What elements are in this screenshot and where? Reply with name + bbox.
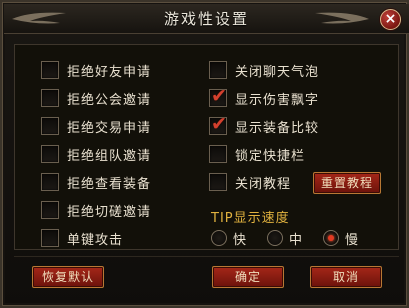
reset-tutorial-button[interactable]: 重置教程 [313,172,381,194]
option-close-chat-bubble[interactable]: 关闭聊天气泡 [209,59,319,81]
checkbox[interactable] [209,145,227,163]
option-label: 拒绝查看装备 [67,176,152,192]
restore-defaults-button[interactable]: 恢复默认 [32,266,104,288]
option-show-damage-text[interactable]: ✔ 显示伤害飘字 [209,85,320,109]
settings-window: 游戏性设置 × 拒绝好友申请 拒绝公会邀请 拒绝交易申请 拒绝组队邀请 拒绝查看… [0,0,409,308]
option-refuse-duel-invite[interactable]: 拒绝切磋邀请 [41,199,151,221]
option-label: 拒绝切磋邀请 [67,204,152,220]
ok-button[interactable]: 确定 [212,266,284,288]
check-icon: ✔ [211,85,227,107]
close-button[interactable]: × [380,9,401,30]
cancel-button[interactable]: 取消 [310,266,382,288]
tip-speed-title: TIP显示速度 [211,211,290,226]
option-refuse-trade-request[interactable]: 拒绝交易申请 [41,115,151,137]
radio-speed-slow[interactable]: 慢 [323,229,359,248]
option-label: 关闭教程 [235,176,292,192]
option-label: 锁定快捷栏 [235,148,306,164]
checkbox[interactable]: ✔ [209,85,227,107]
radio-label: 慢 [345,232,359,248]
checkbox[interactable] [41,61,59,79]
checkbox[interactable] [41,89,59,107]
option-label: 关闭聊天气泡 [235,64,320,80]
option-single-key-attack[interactable]: 单键攻击 [41,227,123,249]
option-refuse-friend-request[interactable]: 拒绝好友申请 [41,59,151,81]
option-label: 显示伤害飘字 [235,92,320,108]
option-label: 拒绝交易申请 [67,120,152,136]
option-refuse-view-equipment[interactable]: 拒绝查看装备 [41,171,151,193]
option-label: 单键攻击 [67,232,124,248]
option-lock-hotbar[interactable]: 锁定快捷栏 [209,143,305,165]
option-label: 显示装备比较 [235,120,320,136]
footer-divider [14,256,399,257]
radio-label: 中 [289,232,303,248]
checkbox[interactable] [41,145,59,163]
checkbox[interactable] [41,201,59,219]
checkbox[interactable] [209,61,227,79]
radio-button[interactable] [211,230,227,246]
checkbox[interactable] [41,117,59,135]
option-label: 拒绝公会邀请 [67,92,152,108]
option-show-equipment-compare[interactable]: ✔ 显示装备比较 [209,113,320,137]
close-icon: × [384,11,397,27]
option-label: 拒绝好友申请 [67,64,152,80]
check-icon: ✔ [211,113,227,135]
option-label: 拒绝组队邀请 [67,148,152,164]
radio-speed-medium[interactable]: 中 [267,229,303,248]
right-wing-ornament [315,12,369,24]
option-close-tutorial[interactable]: 关闭教程 [209,171,291,193]
radio-button[interactable] [323,230,339,246]
radio-button[interactable] [267,230,283,246]
radio-speed-fast[interactable]: 快 [211,229,247,248]
checkbox[interactable] [41,229,59,247]
options-area: 拒绝好友申请 拒绝公会邀请 拒绝交易申请 拒绝组队邀请 拒绝查看装备 拒绝切磋邀… [14,44,399,250]
option-refuse-team-invite[interactable]: 拒绝组队邀请 [41,143,151,165]
option-refuse-guild-invite[interactable]: 拒绝公会邀请 [41,87,151,109]
title-bar[interactable]: 游戏性设置 × [4,4,409,34]
checkbox[interactable] [209,173,227,191]
checkbox[interactable]: ✔ [209,113,227,135]
checkbox[interactable] [41,173,59,191]
radio-label: 快 [233,232,247,248]
